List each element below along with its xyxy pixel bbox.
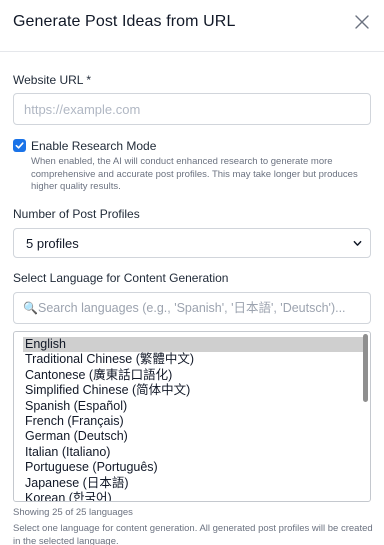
post-profiles-value: 5 profiles <box>26 236 79 251</box>
language-option[interactable]: Simplified Chinese (简体中文) <box>23 383 363 398</box>
listbox-scrollbar[interactable] <box>363 334 368 500</box>
language-option[interactable]: Traditional Chinese (繁體中文) <box>23 352 363 367</box>
language-label: Select Language for Content Generation <box>13 271 229 285</box>
language-note: Select one language for content generati… <box>13 523 373 545</box>
magnifier-icon: 🔍 <box>23 301 38 315</box>
language-option[interactable]: Japanese (日本語) <box>23 476 363 491</box>
research-mode-checkbox[interactable] <box>13 139 26 152</box>
language-count: Showing 25 of 25 languages <box>13 507 133 518</box>
research-mode-label[interactable]: Enable Research Mode <box>31 139 156 153</box>
website-url-input[interactable] <box>13 93 371 125</box>
dialog-header: Generate Post Ideas from URL <box>0 0 384 52</box>
post-profiles-select[interactable]: 5 profiles <box>13 228 371 258</box>
scrollbar-thumb[interactable] <box>363 334 368 402</box>
dialog-title: Generate Post Ideas from URL <box>13 13 236 30</box>
language-option[interactable]: Cantonese (廣東話口語化) <box>23 368 363 383</box>
language-option[interactable]: Korean (한국어) <box>23 491 363 501</box>
checkmark-icon <box>15 142 24 149</box>
post-profiles-label: Number of Post Profiles <box>13 207 140 221</box>
chevron-down-icon <box>353 240 362 246</box>
language-option[interactable]: German (Deutsch) <box>23 429 363 444</box>
language-listbox[interactable]: English Traditional Chinese (繁體中文) Cantone… <box>13 331 371 502</box>
language-option[interactable]: English <box>23 337 363 353</box>
language-search-box[interactable]: 🔍 <box>13 292 371 324</box>
language-option[interactable]: Italian (Italiano) <box>23 445 363 460</box>
language-option[interactable]: Spanish (Español) <box>23 399 363 414</box>
research-mode-help: When enabled, the AI will conduct enhanc… <box>31 156 358 192</box>
language-options: English Traditional Chinese (繁體中文) Cantone… <box>23 337 363 501</box>
close-icon[interactable] <box>355 15 369 29</box>
language-search-input[interactable] <box>38 293 368 323</box>
website-url-label: Website URL * <box>13 73 92 87</box>
language-option[interactable]: Portuguese (Português) <box>23 460 363 475</box>
language-option[interactable]: French (Français) <box>23 414 363 429</box>
